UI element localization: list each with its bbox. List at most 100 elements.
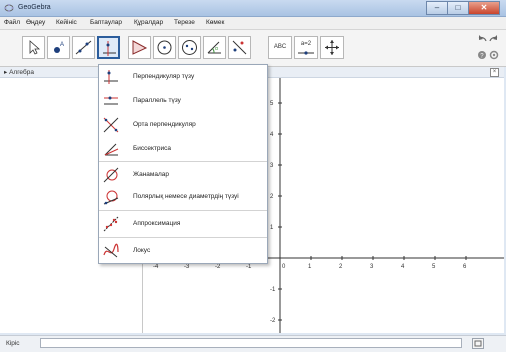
undo-icon[interactable]	[478, 35, 487, 42]
y-tick-label: 5	[270, 101, 274, 107]
menu-item-locus[interactable]: Локус	[99, 241, 267, 261]
polar-line-icon	[103, 190, 119, 205]
move-graphics-tool[interactable]	[320, 36, 344, 59]
tangents-icon	[103, 167, 119, 183]
x-tick-label: 3	[370, 264, 374, 270]
perpendicular-icon	[103, 41, 116, 56]
y-tick-label: 1	[270, 225, 274, 231]
reflect-icon	[232, 40, 247, 55]
menu-view[interactable]: Кейініс	[56, 19, 77, 26]
y-tick-label: -1	[270, 287, 276, 293]
reflect-tool[interactable]	[228, 36, 251, 59]
locus-icon	[103, 243, 119, 258]
x-tick-label: 1	[308, 264, 312, 270]
point-icon: A	[54, 42, 64, 53]
menu-item-label: Полярлық немесе диаметрдің түзуі	[133, 193, 239, 200]
title-bar: GeoGebra – □ ✕	[0, 0, 506, 17]
move-tool[interactable]	[22, 36, 45, 59]
tool-dropdown-menu: Перпендикуляр түзу Параллель түзу Орта п…	[98, 64, 268, 264]
perpendicular-icon	[104, 70, 118, 84]
menu-help[interactable]: Көмек	[206, 19, 224, 26]
menu-item-label: Аппроксимация	[133, 220, 181, 227]
slider-tool-label: a=2	[300, 41, 312, 47]
symbol-table-icon	[474, 340, 482, 347]
minimize-button[interactable]: –	[426, 1, 448, 15]
menu-bar: Файл Өңдеу Кейініс Баптаулар Құралдар Те…	[0, 17, 506, 30]
text-tool[interactable]: ABC	[268, 36, 292, 59]
input-field[interactable]	[40, 338, 462, 348]
menu-item-perpendicular[interactable]: Перпендикуляр түзу	[99, 67, 267, 87]
redo-icon[interactable]	[489, 35, 498, 42]
move-arrows-icon	[325, 40, 339, 55]
window-title: GeoGebra	[18, 4, 51, 11]
menu-item-angle-bisector[interactable]: Биссектриса	[99, 139, 267, 159]
parallel-icon	[104, 96, 118, 105]
perpendicular-line-tool[interactable]	[97, 36, 120, 59]
y-tick-label: 2	[270, 194, 274, 200]
line-tool[interactable]	[72, 36, 95, 59]
menu-item-label: Параллель түзу	[133, 97, 181, 104]
text-tool-label: ABC	[273, 44, 287, 50]
menu-edit[interactable]: Өңдеу	[26, 19, 45, 26]
slider-tool[interactable]: a=2	[294, 36, 318, 59]
x-tick-label: -4	[153, 264, 159, 270]
menu-file[interactable]: Файл	[4, 19, 20, 26]
menu-item-label: Жанамалар	[133, 171, 170, 178]
angle-tool[interactable]: α	[203, 36, 226, 59]
ellipse-icon	[182, 40, 197, 55]
geogebra-logo-icon	[4, 4, 14, 12]
maximize-button[interactable]: □	[447, 1, 469, 15]
input-bar: Кіріс	[0, 335, 506, 352]
x-tick-label: -1	[246, 264, 252, 270]
input-help-button[interactable]	[472, 338, 484, 349]
y-tick-label: 4	[270, 132, 274, 138]
x-tick-label: -2	[215, 264, 221, 270]
algebra-view-title[interactable]: ▸ Алгебра	[4, 68, 34, 76]
perpendicular-bisector-icon	[103, 117, 119, 133]
y-tick-label: 3	[270, 163, 274, 169]
best-fit-line-icon	[103, 216, 119, 232]
cursor-arrow-icon	[29, 40, 41, 55]
x-tick-label: 2	[339, 264, 343, 270]
menu-separator	[99, 161, 267, 162]
polygon-icon	[132, 40, 148, 55]
menu-item-label: Перпендикуляр түзу	[133, 73, 195, 80]
slider-icon	[298, 51, 314, 55]
point-tool[interactable]: A	[47, 36, 70, 59]
help-icon[interactable]: ?	[478, 51, 486, 60]
x-tick-label: 6	[463, 264, 467, 270]
menu-separator	[99, 210, 267, 211]
menu-item-label: Биссектриса	[133, 145, 172, 152]
undo-redo-group: ?	[476, 33, 500, 63]
menu-options[interactable]: Баптаулар	[90, 19, 122, 26]
menu-item-best-fit-line[interactable]: Аппроксимация	[99, 214, 267, 234]
menu-window[interactable]: Терезе	[174, 19, 195, 26]
svg-text:A: A	[60, 42, 64, 48]
menu-item-perpendicular-bisector[interactable]: Орта перпендикуляр	[99, 115, 267, 135]
menu-item-parallel[interactable]: Параллель түзу	[99, 91, 267, 111]
svg-text:α: α	[215, 46, 218, 52]
circle-tool[interactable]	[153, 36, 176, 59]
menu-separator	[99, 237, 267, 238]
ellipse-tool[interactable]	[178, 36, 201, 59]
x-tick-label: 4	[401, 264, 405, 270]
line-icon	[75, 40, 92, 55]
menu-item-label: Локус	[133, 247, 151, 254]
angle-icon: α	[207, 41, 221, 54]
menu-item-polar-line[interactable]: Полярлық немесе диаметрдің түзуі	[99, 187, 267, 207]
gear-icon[interactable]	[489, 50, 499, 60]
x-tick-label: 0	[282, 264, 286, 270]
x-tick-label: -3	[184, 264, 190, 270]
close-view-icon[interactable]: ×	[490, 68, 499, 77]
window-controls: – □ ✕	[426, 1, 500, 15]
angle-bisector-icon	[104, 143, 119, 156]
input-label: Кіріс	[6, 340, 20, 347]
menu-item-tangents[interactable]: Жанамалар	[99, 165, 267, 185]
close-button[interactable]: ✕	[468, 1, 500, 15]
menu-item-label: Орта перпендикуляр	[133, 121, 196, 128]
circle-icon	[157, 40, 172, 55]
polygon-tool[interactable]	[128, 36, 151, 59]
menu-tools[interactable]: Құралдар	[134, 19, 163, 26]
x-tick-label: 5	[432, 264, 436, 270]
toolbar: A α ABC a=2 ?	[0, 30, 506, 67]
